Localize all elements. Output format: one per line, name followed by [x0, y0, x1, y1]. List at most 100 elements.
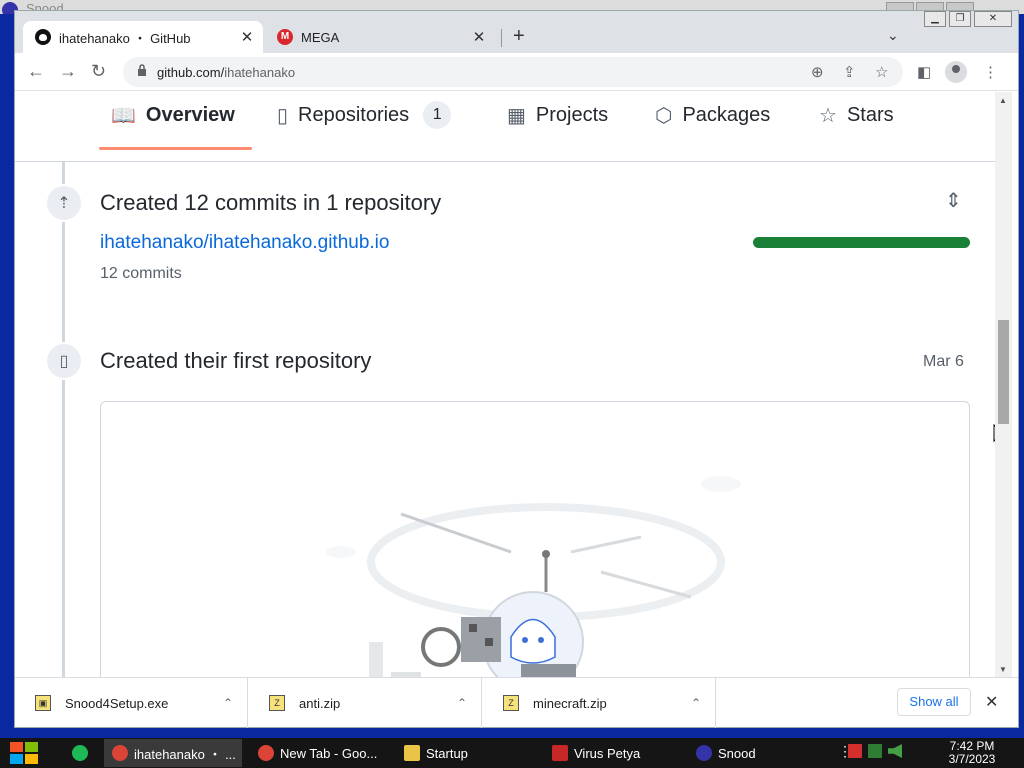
zip-file-icon: Z — [269, 695, 285, 711]
download-name: anti.zip — [299, 695, 341, 711]
mega-icon: M — [277, 29, 293, 45]
taskbar-item-chrome-github[interactable]: ihatehanako ・ ... — [104, 739, 242, 767]
taskbar: ihatehanako ・ ... New Tab - Goo... Start… — [0, 738, 1024, 768]
chevron-up-icon[interactable]: ⌃ — [457, 696, 481, 710]
tray-overflow-icon[interactable]: ⋮ — [838, 744, 852, 758]
repo-count-badge: 1 — [423, 101, 452, 129]
network-icon[interactable] — [868, 744, 882, 758]
share-icon[interactable]: ⇪ — [843, 63, 856, 81]
taskbar-label: ihatehanako ・ ... — [134, 746, 236, 762]
url-path: ihatehanako — [224, 65, 296, 80]
flag-icon[interactable] — [848, 744, 862, 758]
close-window-button[interactable]: ✕ — [974, 11, 1012, 27]
back-icon[interactable]: ← — [27, 61, 45, 82]
first-repo-illustration-card — [100, 401, 970, 677]
tab-label: Overview — [145, 103, 235, 126]
scroll-up-icon[interactable]: ▲ — [999, 96, 1007, 105]
menu-kebab-icon[interactable]: ⋮ — [983, 63, 998, 81]
table-icon: ▦ — [507, 104, 526, 127]
page-content: 📖 Overview ▯ Repositories 1 ▦ Projects ⬡… — [15, 92, 995, 677]
close-tab-icon[interactable]: ✕ — [237, 28, 257, 46]
restore-button[interactable]: ❐ — [949, 11, 971, 27]
taskbar-label: Startup — [426, 745, 468, 761]
browser-window: ihatehanako ・ GitHub ✕ M MEGA ✕ + ⌄ ▁ ❐ … — [14, 10, 1019, 728]
timeline-line — [62, 162, 65, 677]
scroll-thumb[interactable] — [998, 320, 1009, 424]
lock-icon — [138, 64, 146, 76]
windows-logo-quadrant — [10, 754, 23, 764]
book-icon: 📖 — [111, 104, 136, 127]
taskbar-item-startup[interactable]: Startup — [396, 739, 534, 767]
download-item[interactable]: ▣ Snood4Setup.exe ⌃ — [15, 678, 248, 728]
tab-strip: ihatehanako ・ GitHub ✕ M MEGA ✕ + ⌄ ▁ ❐ … — [15, 11, 1018, 53]
scroll-down-icon[interactable]: ▼ — [999, 665, 1007, 674]
close-tab-icon[interactable]: ✕ — [469, 28, 489, 46]
minimize-button[interactable]: ▁ — [924, 11, 946, 27]
chrome-icon — [112, 745, 128, 761]
tab-label: Repositories — [298, 103, 410, 126]
profile-tabs: 📖 Overview ▯ Repositories 1 ▦ Projects ⬡… — [15, 92, 995, 162]
tab-projects[interactable]: ▦ Projects — [507, 100, 608, 130]
chrome-icon — [258, 745, 274, 761]
reload-icon[interactable]: ↻ — [91, 61, 106, 82]
tab-separator — [501, 29, 502, 47]
download-name: Snood4Setup.exe — [65, 695, 169, 711]
fold-icon[interactable]: ⇕ — [945, 188, 962, 213]
tab-repositories[interactable]: ▯ Repositories 1 — [277, 100, 452, 130]
taskbar-item-chrome-newtab[interactable]: New Tab - Goo... — [250, 739, 384, 767]
repo-push-icon: ⇡ — [45, 184, 83, 222]
browser-toolbar: ← → ↻ github.com/ihatehanako ⊕ ⇪ ☆ ◧ ⋮ — [15, 53, 1018, 91]
download-name: minecraft.zip — [533, 695, 607, 711]
taskbar-item-virus-petya[interactable]: Virus Petya — [544, 739, 680, 767]
chevron-up-icon[interactable]: ⌃ — [223, 696, 247, 710]
profile-avatar-icon[interactable] — [945, 61, 967, 83]
tab-title: ihatehanako ・ GitHub — [59, 30, 191, 46]
zoom-icon[interactable]: ⊕ — [811, 63, 824, 81]
selected-tab-underline — [99, 147, 252, 150]
tab-packages[interactable]: ⬡ Packages — [655, 100, 770, 130]
tab-stars[interactable]: ☆ Stars — [819, 100, 894, 130]
taskbar-label: Virus Petya — [574, 745, 641, 761]
package-icon: ⬡ — [655, 104, 673, 127]
exe-file-icon: ▣ — [35, 695, 51, 711]
show-all-downloads-button[interactable]: Show all — [897, 688, 971, 716]
spotify-icon[interactable] — [72, 745, 88, 761]
side-panel-icon[interactable]: ◧ — [917, 63, 931, 81]
bookmark-star-icon[interactable]: ☆ — [875, 63, 888, 81]
download-item[interactable]: Z anti.zip ⌃ — [249, 678, 482, 728]
star-icon: ☆ — [819, 104, 837, 127]
tab-search-icon[interactable]: ⌄ — [887, 27, 899, 44]
volume-icon[interactable] — [888, 744, 902, 758]
download-item[interactable]: Z minecraft.zip ⌃ — [483, 678, 716, 728]
chevron-up-icon[interactable]: ⌃ — [691, 696, 715, 710]
tab-overview[interactable]: 📖 Overview — [111, 100, 235, 130]
windows-logo-icon — [10, 742, 23, 752]
helicopter-octocat-illustration — [326, 476, 741, 677]
repo-link[interactable]: ihatehanako/ihatehanako.github.io — [100, 232, 389, 254]
zip-file-icon: Z — [503, 695, 519, 711]
page-scrollbar[interactable]: ▲ ▼ — [995, 92, 1012, 677]
first-repo-title: Created their first repository — [100, 348, 372, 373]
url-text: github.com/ihatehanako — [157, 65, 295, 80]
taskbar-label: New Tab - Goo... — [280, 745, 378, 761]
commit-progress-bar — [753, 237, 970, 248]
new-tab-icon[interactable]: + — [513, 25, 525, 48]
commits-activity-title: Created 12 commits in 1 repository — [100, 190, 442, 215]
url-domain: github.com/ — [157, 65, 225, 80]
tab-github[interactable]: ihatehanako ・ GitHub ✕ — [23, 21, 263, 53]
start-button[interactable] — [10, 742, 40, 764]
taskbar-item-snood[interactable]: Snood — [688, 739, 826, 767]
windows-logo-quadrant — [25, 754, 38, 764]
petya-icon — [552, 745, 568, 761]
windows-logo-quadrant — [25, 742, 38, 752]
tab-mega[interactable]: M MEGA ✕ — [265, 21, 495, 53]
close-icon[interactable]: ✕ — [985, 692, 998, 712]
clock-date: 3/7/2023 — [948, 752, 996, 766]
commit-count-link[interactable]: 12 commits — [100, 265, 182, 283]
repo-icon: ▯ — [277, 104, 289, 127]
address-bar[interactable]: github.com/ihatehanako ⊕ ⇪ ☆ — [123, 57, 903, 87]
taskbar-label: Snood — [718, 745, 756, 761]
taskbar-clock[interactable]: 7:42 PM 3/7/2023 — [940, 740, 1004, 766]
forward-icon[interactable]: → — [59, 61, 77, 82]
system-tray: ⋮ — [838, 744, 902, 758]
